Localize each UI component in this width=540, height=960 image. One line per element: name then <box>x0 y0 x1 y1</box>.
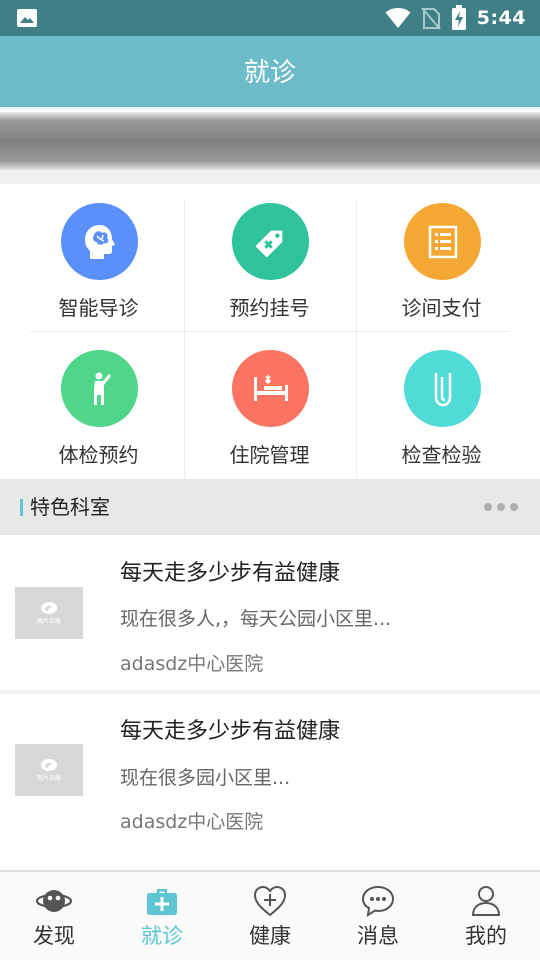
section-title: 特色科室 <box>30 495 110 519</box>
article-summary: 现在很多人,，每天公园小区里... <box>120 608 392 630</box>
test-tube-icon <box>404 350 481 427</box>
service-appointment-registration[interactable]: 预约挂号 <box>184 184 355 331</box>
nav-tab-health[interactable]: 健康 <box>216 872 324 960</box>
brain-head-icon <box>61 203 138 280</box>
planet-icon <box>36 890 72 912</box>
article-item[interactable]: 图片加载 每天走多少步有益健康 现在很多园小区里... adasdz中心医院 <box>0 694 540 870</box>
placeholder-logo-icon <box>41 759 57 771</box>
page-title: 就诊 <box>243 58 296 88</box>
article-summary: 现在很多园小区里... <box>120 767 291 789</box>
banner-carousel[interactable] <box>0 112 540 170</box>
service-lab-tests[interactable]: 检查检验 <box>356 331 527 478</box>
nav-tab-visit[interactable]: 就诊 <box>108 872 216 960</box>
image-icon <box>17 9 37 27</box>
nav-label: 我的 <box>465 924 507 948</box>
section-accent-bar <box>20 499 23 516</box>
app-bar: 就诊 <box>0 36 540 110</box>
wifi-icon <box>385 8 411 28</box>
service-physical-exam[interactable]: 体检预约 <box>13 331 184 478</box>
nav-label: 健康 <box>249 924 291 948</box>
bottom-navigation: 发现 就诊 健康 消息 我的 <box>0 870 540 960</box>
service-label: 智能导诊 <box>58 296 139 320</box>
status-time: 5:44 <box>476 7 526 29</box>
nav-label: 发现 <box>33 924 75 948</box>
service-label: 诊间支付 <box>401 296 482 320</box>
chat-bubble-icon <box>361 885 395 918</box>
placeholder-logo-icon <box>41 602 57 614</box>
article-title: 每天走多少步有益健康 <box>120 719 341 744</box>
thumbnail-caption: 图片加载 <box>36 618 61 625</box>
service-smart-triage[interactable]: 智能导诊 <box>13 184 184 331</box>
article-item[interactable]: 图片加载 每天走多少步有益健康 现在很多人,，每天公园小区里... adasdz… <box>0 535 540 690</box>
article-thumbnail: 图片加载 <box>15 744 83 796</box>
service-inpatient-management[interactable]: 住院管理 <box>184 331 355 478</box>
service-label: 检查检验 <box>401 443 482 467</box>
article-source: adasdz中心医院 <box>120 653 264 675</box>
user-icon <box>471 886 501 916</box>
nav-tab-discover[interactable]: 发现 <box>0 872 108 960</box>
nav-tab-me[interactable]: 我的 <box>432 872 540 960</box>
medical-kit-icon <box>147 889 177 915</box>
battery-charging-icon <box>451 5 466 30</box>
service-grid: 智能导诊 预约挂号 诊间支付 体检预约 住院管理 检查检验 <box>0 184 540 478</box>
nav-tab-messages[interactable]: 消息 <box>324 872 432 960</box>
nav-label: 消息 <box>357 924 399 948</box>
article-source: adasdz中心医院 <box>120 811 264 833</box>
section-header: 特色科室 <box>0 479 540 535</box>
banner-spacer <box>0 170 540 184</box>
more-options-icon[interactable] <box>484 501 518 513</box>
service-label: 预约挂号 <box>229 296 310 320</box>
hospital-bed-icon <box>232 350 309 427</box>
nav-label: 就诊 <box>141 924 183 948</box>
receipt-icon <box>404 203 481 280</box>
service-label: 体检预约 <box>58 443 139 467</box>
thumbnail-caption: 图片加载 <box>36 775 61 782</box>
no-sim-icon <box>420 7 441 30</box>
article-title: 每天走多少步有益健康 <box>120 561 341 586</box>
person-icon <box>61 350 138 427</box>
service-label: 住院管理 <box>229 443 310 467</box>
service-clinic-payment[interactable]: 诊间支付 <box>356 184 527 331</box>
status-bar: 5:44 <box>0 0 540 36</box>
article-thumbnail: 图片加载 <box>15 587 83 639</box>
tag-plus-icon <box>232 203 309 280</box>
heart-plus-icon <box>253 885 287 917</box>
